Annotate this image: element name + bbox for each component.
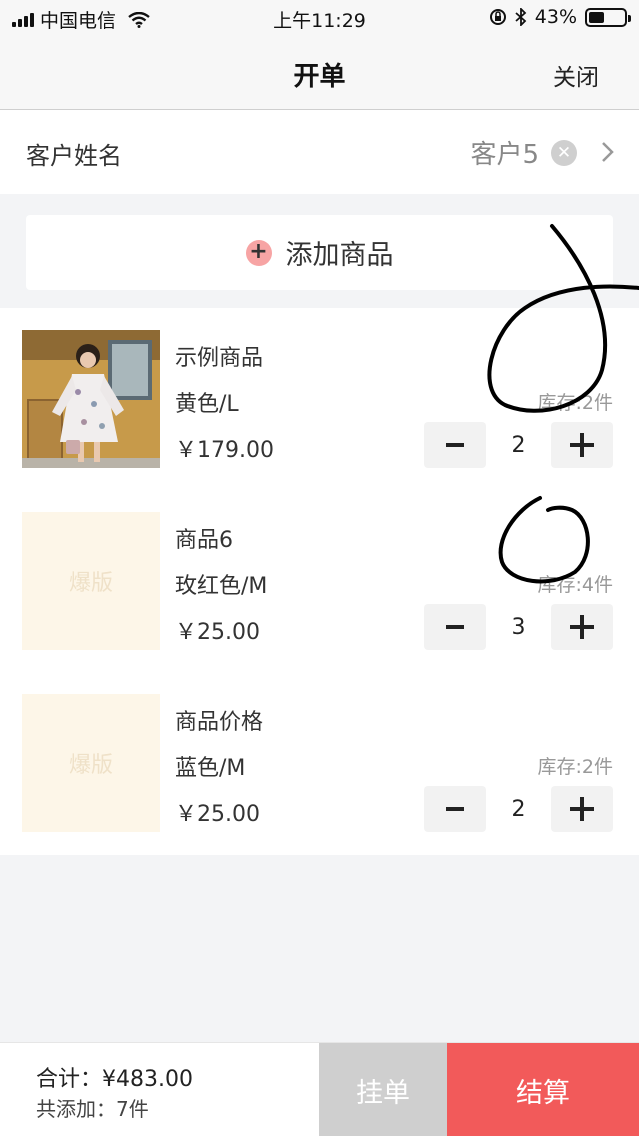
increment-button[interactable] xyxy=(551,786,613,832)
product-name: 商品6 xyxy=(175,528,233,553)
decrement-button[interactable] xyxy=(424,422,486,468)
product-name: 示例商品 xyxy=(175,346,264,371)
add-product-label: 添加商品 xyxy=(285,240,394,271)
status-right: 43% xyxy=(489,6,631,28)
decrement-button[interactable] xyxy=(424,604,486,650)
quantity-value[interactable]: 3 xyxy=(486,604,551,650)
quantity-value[interactable]: 2 xyxy=(486,422,551,468)
plus-icon xyxy=(570,797,594,821)
product-item: 爆版 商品价格 蓝色/M ￥25.00 库存:2件 2 xyxy=(0,672,639,854)
clear-icon[interactable]: ✕ xyxy=(551,140,577,166)
product-price: ￥25.00 xyxy=(175,802,260,827)
status-bar: 中国电信 上午11:29 43% xyxy=(0,0,639,36)
bottom-bar: 合计：¥483.00 共添加：7件 挂单 结算 xyxy=(0,1042,639,1136)
bluetooth-icon xyxy=(515,8,527,26)
product-spec: 黄色/L xyxy=(175,392,239,417)
customer-row[interactable]: 客户姓名 客户5 ✕ xyxy=(0,110,639,194)
battery-percent: 43% xyxy=(534,6,577,28)
customer-value: 客户5 xyxy=(470,140,539,170)
product-image-placeholder: 爆版 xyxy=(22,512,160,650)
plus-icon xyxy=(570,615,594,639)
product-item: 示例商品 黄色/L ￥179.00 库存:2件 2 xyxy=(0,308,639,490)
increment-button[interactable] xyxy=(551,604,613,650)
order-total: 合计：¥483.00 xyxy=(36,1067,193,1092)
product-item: 爆版 商品6 玫红色/M ￥25.00 库存:4件 3 xyxy=(0,490,639,672)
page-title: 开单 xyxy=(293,62,346,92)
product-stock: 库存:4件 xyxy=(537,574,614,596)
nav-bar: 开单 关闭 xyxy=(0,36,639,110)
orientation-lock-icon xyxy=(489,9,506,25)
minus-icon xyxy=(446,625,464,629)
product-spec: 蓝色/M xyxy=(175,756,246,781)
product-name: 商品价格 xyxy=(175,710,264,735)
product-price: ￥25.00 xyxy=(175,620,260,645)
quantity-stepper: 2 xyxy=(424,422,613,468)
chevron-right-icon xyxy=(602,142,614,162)
add-product-button[interactable]: + 添加商品 xyxy=(26,215,613,290)
plus-icon xyxy=(570,433,594,457)
product-price: ￥179.00 xyxy=(175,438,274,463)
plus-circle-icon: + xyxy=(245,239,272,266)
checkout-button[interactable]: 结算 xyxy=(447,1043,639,1136)
product-image-placeholder: 爆版 xyxy=(22,694,160,832)
product-list: 示例商品 黄色/L ￥179.00 库存:2件 2 爆版 商品6 玫红色/M ￥… xyxy=(0,308,639,855)
minus-icon xyxy=(446,443,464,447)
product-stock: 库存:2件 xyxy=(537,392,614,414)
product-spec: 玫红色/M xyxy=(175,574,268,599)
quantity-stepper: 3 xyxy=(424,604,613,650)
quantity-stepper: 2 xyxy=(424,786,613,832)
customer-label: 客户姓名 xyxy=(26,142,122,170)
minus-icon xyxy=(446,807,464,811)
hold-order-button[interactable]: 挂单 xyxy=(319,1043,447,1136)
product-stock: 库存:2件 xyxy=(537,756,614,778)
quantity-value[interactable]: 2 xyxy=(486,786,551,832)
battery-icon xyxy=(585,7,631,27)
product-image xyxy=(22,330,160,468)
increment-button[interactable] xyxy=(551,422,613,468)
item-count: 共添加：7件 xyxy=(36,1097,149,1121)
battery-fill xyxy=(589,11,604,23)
decrement-button[interactable] xyxy=(424,786,486,832)
close-button[interactable]: 关闭 xyxy=(553,58,599,92)
